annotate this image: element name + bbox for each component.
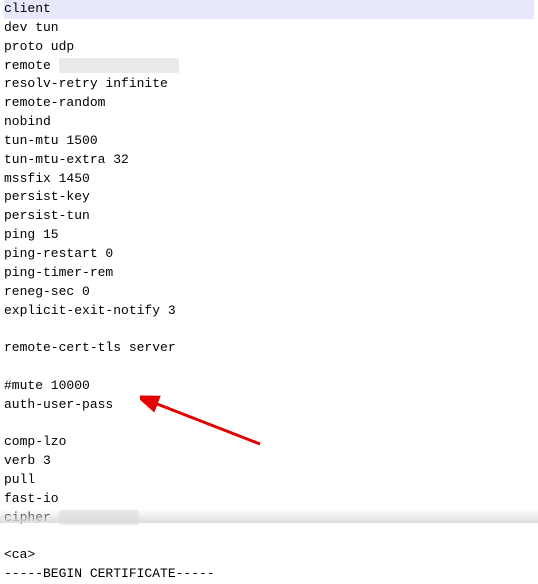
- config-line: mssfix 1450: [4, 170, 534, 189]
- config-line: auth-user-pass: [4, 396, 534, 415]
- config-line: ping 15: [4, 226, 534, 245]
- config-line: remote: [4, 57, 534, 76]
- config-line: nobind: [4, 113, 534, 132]
- config-line: #mute 10000: [4, 377, 534, 396]
- config-line: comp-lzo: [4, 433, 534, 452]
- config-line: [4, 320, 534, 339]
- bottom-fade: [0, 509, 538, 523]
- config-line: ping-restart 0: [4, 245, 534, 264]
- config-line: persist-key: [4, 188, 534, 207]
- config-line: pull: [4, 471, 534, 490]
- config-line: [4, 415, 534, 434]
- config-line: proto udp: [4, 38, 534, 57]
- config-line: fast-io: [4, 490, 534, 509]
- config-line: remote-cert-tls server: [4, 339, 534, 358]
- redacted-value: [59, 58, 179, 72]
- config-line: explicit-exit-notify 3: [4, 302, 534, 321]
- config-text-block: clientdev tunproto udpremote resolv-retr…: [0, 0, 538, 584]
- config-line: dev tun: [4, 19, 534, 38]
- config-line: <ca>: [4, 546, 534, 565]
- config-line: ping-timer-rem: [4, 264, 534, 283]
- config-line: [4, 528, 534, 547]
- config-line: verb 3: [4, 452, 534, 471]
- config-line: tun-mtu-extra 32: [4, 151, 534, 170]
- config-line: tun-mtu 1500: [4, 132, 534, 151]
- config-line: remote-random: [4, 94, 534, 113]
- config-line: resolv-retry infinite: [4, 75, 534, 94]
- config-line: [4, 358, 534, 377]
- config-line: persist-tun: [4, 207, 534, 226]
- config-line: reneg-sec 0: [4, 283, 534, 302]
- config-line: client: [4, 0, 534, 19]
- config-line: -----BEGIN CERTIFICATE-----: [4, 565, 534, 584]
